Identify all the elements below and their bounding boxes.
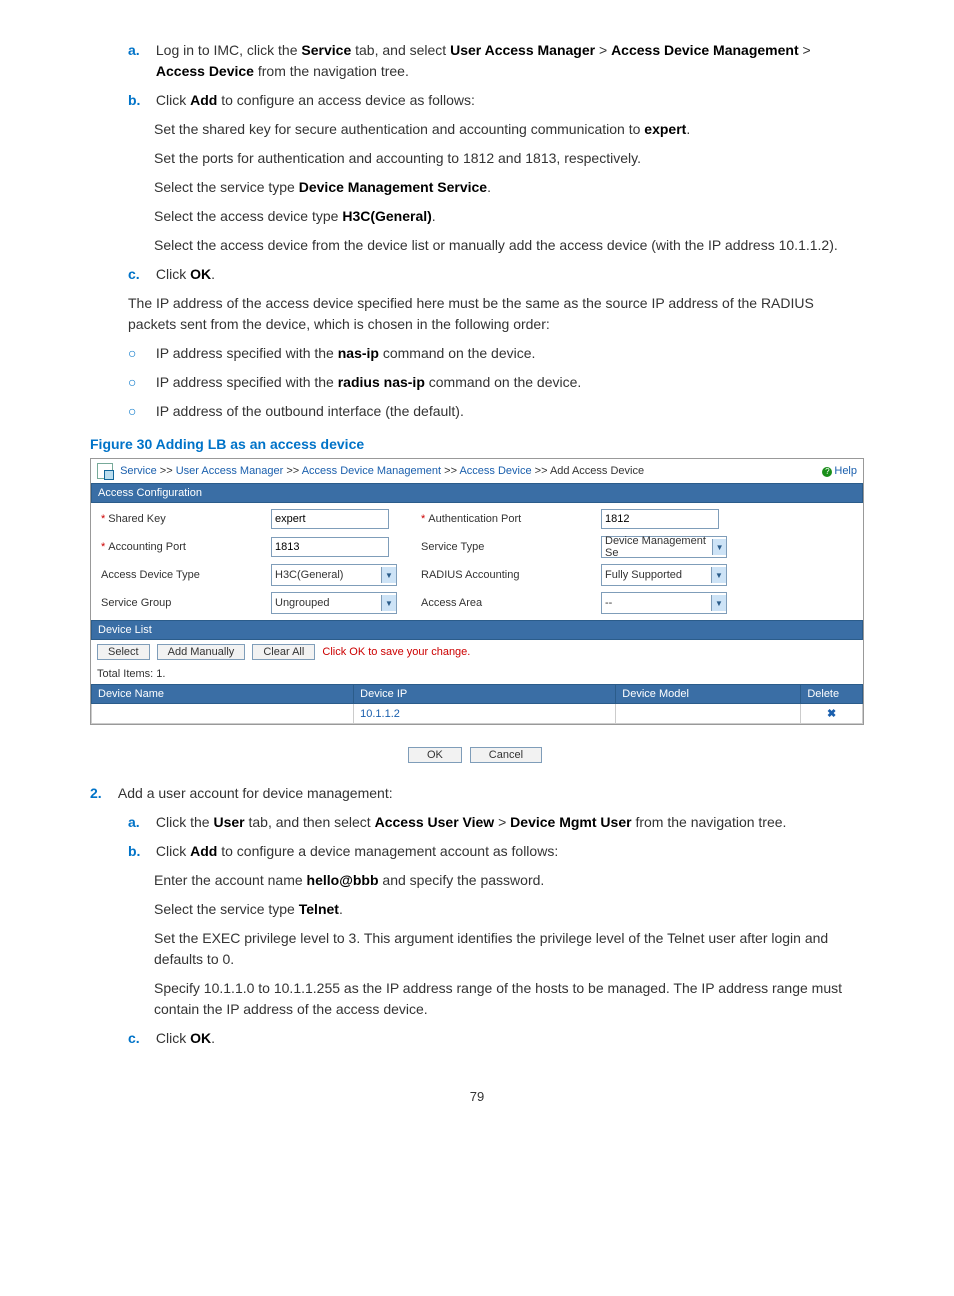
select-button[interactable]: Select bbox=[97, 644, 150, 660]
chevron-down-icon: ▼ bbox=[711, 595, 726, 611]
th-delete: Delete bbox=[801, 685, 863, 704]
marker-2: 2. bbox=[90, 783, 114, 804]
section-access-config: Access Configuration bbox=[91, 483, 863, 503]
s2b-sub2: Select the service type Telnet. bbox=[154, 899, 864, 920]
cell-model bbox=[616, 704, 801, 724]
select-radius-acct[interactable]: Fully Supported▼ bbox=[601, 564, 727, 586]
screenshot-figure: Service >> User Access Manager >> Access… bbox=[90, 458, 864, 725]
circle-marker: ○ bbox=[128, 401, 152, 422]
lbl-area: Access Area bbox=[421, 597, 601, 609]
cancel-button[interactable]: Cancel bbox=[470, 747, 542, 763]
lbl-authport: Authentication Port bbox=[428, 513, 521, 525]
step-c: c. Click OK. bbox=[128, 264, 864, 285]
th-name: Device Name bbox=[92, 685, 354, 704]
help-icon: ? bbox=[822, 467, 832, 477]
step-b: b. Click Add to configure an access devi… bbox=[128, 90, 864, 111]
select-access-area[interactable]: --▼ bbox=[601, 592, 727, 614]
marker-c: c. bbox=[128, 264, 152, 285]
lbl-shared: Shared Key bbox=[108, 513, 165, 525]
doc-icon bbox=[97, 463, 113, 479]
s2b-sub4: Specify 10.1.1.0 to 10.1.1.255 as the IP… bbox=[154, 978, 864, 1020]
b-sub4: Select the access device type H3C(Genera… bbox=[154, 206, 864, 227]
b-sub2: Set the ports for authentication and acc… bbox=[154, 148, 864, 169]
input-auth-port[interactable] bbox=[601, 509, 719, 529]
bottom-buttons: OK Cancel bbox=[90, 745, 864, 763]
section-device-list: Device List bbox=[91, 620, 863, 640]
chevron-down-icon: ▼ bbox=[381, 595, 396, 611]
input-acct-port[interactable] bbox=[271, 537, 389, 557]
step2-a: a. Click the User tab, and then select A… bbox=[128, 812, 864, 833]
circ-2: ○ IP address specified with the radius n… bbox=[128, 372, 864, 393]
select-service-group[interactable]: Ungrouped▼ bbox=[271, 592, 397, 614]
lbl-svctype: Service Type bbox=[421, 541, 601, 553]
th-model: Device Model bbox=[616, 685, 801, 704]
para-note: The IP address of the access device spec… bbox=[128, 293, 864, 335]
figure-caption: Figure 30 Adding LB as an access device bbox=[90, 436, 864, 452]
clear-all-button[interactable]: Clear All bbox=[252, 644, 315, 660]
select-service-type[interactable]: Device Management Se▼ bbox=[601, 536, 727, 558]
total-items: Total Items: 1. bbox=[91, 664, 863, 684]
step2-c: c. Click OK. bbox=[128, 1028, 864, 1049]
lbl-radacct: RADIUS Accounting bbox=[421, 569, 601, 581]
step2-b: b. Click Add to configure a device manag… bbox=[128, 841, 864, 862]
breadcrumb: Service >> User Access Manager >> Access… bbox=[91, 459, 863, 483]
select-device-type[interactable]: H3C(General)▼ bbox=[271, 564, 397, 586]
form-grid: *Shared Key *Authentication Port *Accoun… bbox=[91, 503, 863, 620]
input-shared-key[interactable] bbox=[271, 509, 389, 529]
s2b-sub1: Enter the account name hello@bbb and spe… bbox=[154, 870, 864, 891]
table-row: 10.1.1.2 ✖ bbox=[92, 704, 863, 724]
chevron-down-icon: ▼ bbox=[711, 567, 726, 583]
cell-name bbox=[92, 704, 354, 724]
circle-marker: ○ bbox=[128, 343, 152, 364]
add-manually-button[interactable]: Add Manually bbox=[157, 644, 246, 660]
crumb-service[interactable]: Service bbox=[120, 465, 157, 477]
th-ip: Device IP bbox=[354, 685, 616, 704]
step-a: a. Log in to IMC, click the Service tab,… bbox=[128, 40, 864, 82]
crumb-adm[interactable]: Access Device Management bbox=[302, 465, 441, 477]
delete-button[interactable]: ✖ bbox=[801, 704, 863, 724]
page-number: 79 bbox=[90, 1089, 864, 1104]
circle-marker: ○ bbox=[128, 372, 152, 393]
ok-button[interactable]: OK bbox=[408, 747, 462, 763]
lbl-devtype: Access Device Type bbox=[101, 569, 271, 581]
step-2: 2. Add a user account for device managem… bbox=[90, 783, 864, 804]
b-sub1: Set the shared key for secure authentica… bbox=[154, 119, 864, 140]
b-sub5: Select the access device from the device… bbox=[154, 235, 864, 256]
cell-ip: 10.1.1.2 bbox=[354, 704, 616, 724]
help-link[interactable]: ?Help bbox=[822, 465, 857, 477]
device-list-toolbar: Select Add Manually Clear All Click OK t… bbox=[91, 640, 863, 664]
save-note: Click OK to save your change. bbox=[322, 646, 470, 658]
chevron-down-icon: ▼ bbox=[712, 539, 726, 555]
marker-b: b. bbox=[128, 90, 152, 111]
s2b-sub3: Set the EXEC privilege level to 3. This … bbox=[154, 928, 864, 970]
marker-a: a. bbox=[128, 40, 152, 61]
lbl-acctport: Accounting Port bbox=[108, 541, 186, 553]
circ-1: ○ IP address specified with the nas-ip c… bbox=[128, 343, 864, 364]
text-a: Log in to IMC, click the Service tab, an… bbox=[156, 40, 836, 82]
crumb-add: Add Access Device bbox=[550, 465, 644, 477]
circ-3: ○ IP address of the outbound interface (… bbox=[128, 401, 864, 422]
crumb-ad[interactable]: Access Device bbox=[459, 465, 531, 477]
text-b: Click Add to configure an access device … bbox=[156, 90, 836, 111]
lbl-svcgroup: Service Group bbox=[101, 597, 271, 609]
text-c: Click OK. bbox=[156, 264, 836, 285]
crumb-uam[interactable]: User Access Manager bbox=[176, 465, 284, 477]
chevron-down-icon: ▼ bbox=[381, 567, 396, 583]
device-table: Device Name Device IP Device Model Delet… bbox=[91, 684, 863, 724]
b-sub3: Select the service type Device Managemen… bbox=[154, 177, 864, 198]
